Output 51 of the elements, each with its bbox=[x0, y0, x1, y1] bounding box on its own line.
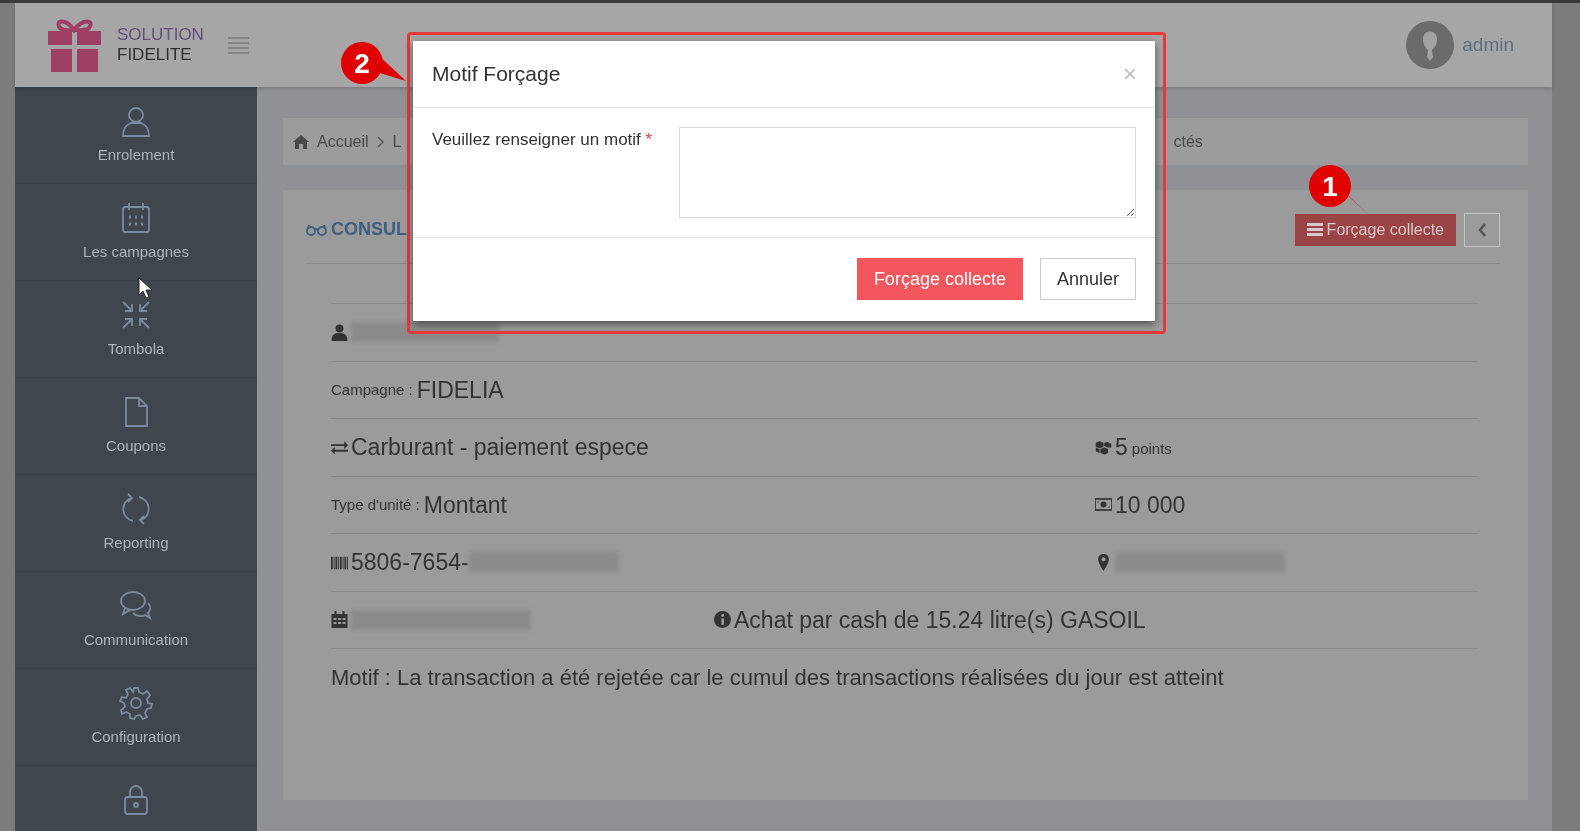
field-label: Type d'unité : bbox=[331, 494, 420, 515]
breadcrumb-link[interactable]: ctés bbox=[1173, 129, 1203, 154]
field-value: FIDELIA bbox=[416, 375, 504, 405]
cancel-button[interactable]: Annuler bbox=[1039, 258, 1136, 300]
calendar-icon bbox=[331, 611, 348, 629]
sidebar-item[interactable]: Coupons bbox=[15, 378, 257, 475]
field-value: 5 bbox=[1115, 433, 1128, 462]
mouse-cursor-icon bbox=[138, 277, 154, 299]
location-pin-icon bbox=[1095, 553, 1112, 571]
glasses-icon bbox=[306, 223, 327, 236]
banknote-icon bbox=[1095, 496, 1112, 514]
confirm-button[interactable]: Forçage collecte bbox=[856, 258, 1023, 300]
chat-bubbles-icon bbox=[119, 588, 153, 623]
unit-label: points bbox=[1131, 439, 1172, 459]
reason-textarea[interactable] bbox=[679, 127, 1136, 218]
cubes-icon bbox=[1095, 438, 1112, 456]
info-icon bbox=[714, 611, 731, 629]
number-callout: 2 bbox=[341, 42, 406, 84]
avatar-icon[interactable] bbox=[1406, 21, 1455, 69]
panel-title: CONSUL bbox=[331, 218, 407, 241]
field-value: Motif : La transaction a été rejetée car le cumul des transactions réalisées du jour est atteint bbox=[331, 664, 1224, 693]
field-label: Campagne : bbox=[331, 379, 413, 400]
dialog-title: Motif Forçage bbox=[432, 61, 561, 88]
field-value: 10 000 bbox=[1115, 490, 1186, 520]
field-value: Montant bbox=[423, 490, 507, 520]
calendar-icon bbox=[119, 200, 153, 235]
sidebar-item[interactable]: Communication bbox=[15, 572, 257, 669]
field-label: Veuillez renseigner un motif * bbox=[432, 129, 654, 151]
sidebar-item[interactable]: Enrolement bbox=[15, 87, 257, 184]
refresh-icon bbox=[119, 491, 153, 526]
list-icon bbox=[1306, 223, 1323, 236]
back-button[interactable] bbox=[1464, 212, 1500, 247]
chevron-left-icon bbox=[1477, 223, 1487, 238]
breadcrumb-link[interactable]: L bbox=[392, 129, 402, 154]
breadcrumb-link[interactable]: Accueil bbox=[317, 129, 369, 154]
brand-name: FIDELITE bbox=[117, 45, 193, 65]
chevron-icon bbox=[376, 135, 385, 148]
home-icon bbox=[293, 134, 309, 149]
brand-name: SOLUTION bbox=[117, 25, 204, 45]
field-value: 5806-7654- bbox=[351, 548, 469, 577]
gift-logo-icon bbox=[48, 18, 101, 72]
sidebar-item[interactable]: Reporting bbox=[15, 475, 257, 572]
sidebar-item[interactable]: Configuration bbox=[15, 669, 257, 766]
required-marker: * bbox=[645, 130, 653, 149]
field-value: Carburant - paiement espece bbox=[351, 433, 649, 462]
user-icon bbox=[331, 323, 348, 341]
field-value: Achat par cash de 15.24 litre(s) GASOIL bbox=[734, 605, 1146, 635]
sidebar-item[interactable]: Les campagnes bbox=[15, 184, 257, 281]
settings-icon bbox=[119, 685, 153, 720]
menu-icon[interactable] bbox=[227, 36, 249, 54]
forcing-button[interactable]: Forçage collecte bbox=[1294, 213, 1456, 246]
